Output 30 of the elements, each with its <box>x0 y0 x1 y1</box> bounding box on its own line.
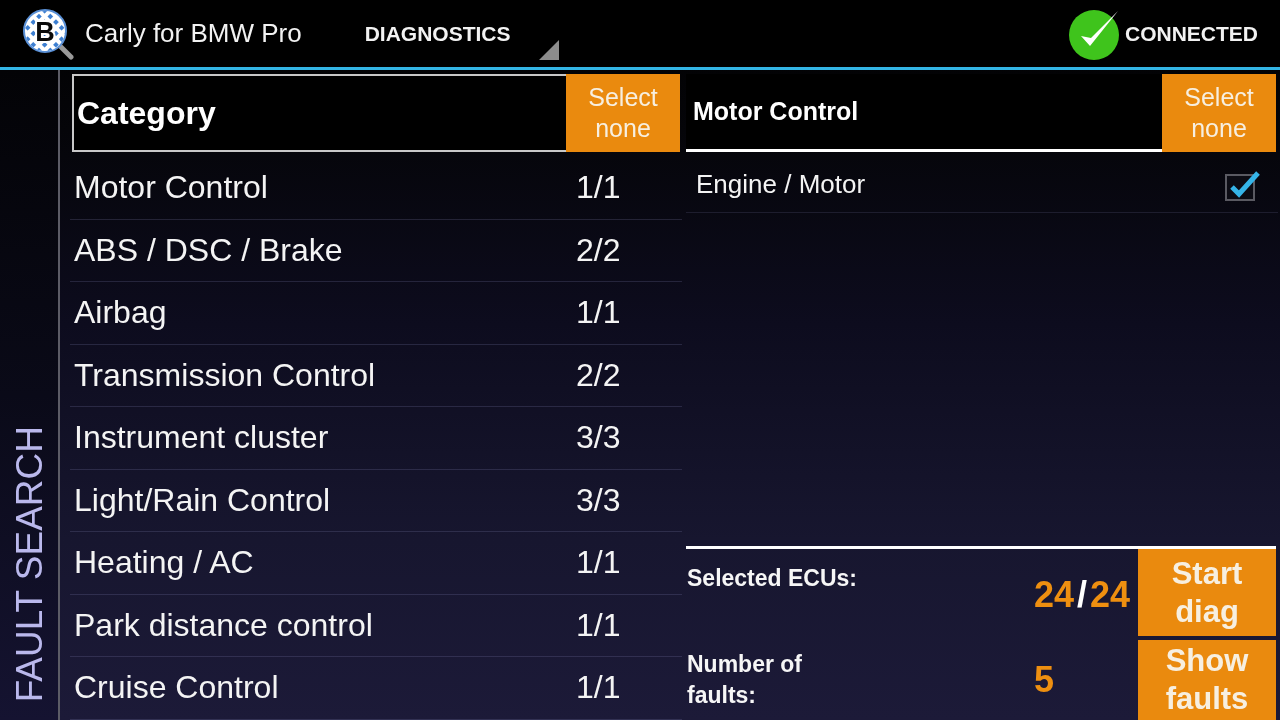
selected-ecus-label: Selected ECUs: <box>686 565 858 592</box>
corner-triangle-icon <box>538 39 559 60</box>
category-name[interactable]: Cruise Control <box>74 669 576 707</box>
connection-status: CONNECTED <box>1125 21 1258 46</box>
category-count: 2/2 <box>576 231 622 269</box>
category-name[interactable]: Park distance control <box>74 606 576 644</box>
ecu-name[interactable]: Engine / Motor <box>696 169 1224 200</box>
fault-count: 5 <box>1033 659 1055 701</box>
category-count: 1/1 <box>576 669 622 707</box>
category-count: 3/3 <box>576 481 622 519</box>
app-title: Carly for BMW Pro <box>85 18 302 49</box>
category-name[interactable]: Light/Rain Control <box>74 481 576 519</box>
category-count: 3/3 <box>576 419 622 457</box>
category-count: 1/1 <box>576 544 622 582</box>
fault-search-label: FAULT SEARCH <box>10 425 48 702</box>
section-dropdown[interactable]: DIAGNOSTICS <box>364 7 559 60</box>
category-name[interactable]: ABS / DSC / Brake <box>74 231 576 269</box>
ecu-list-heading: Motor Control <box>686 74 1162 152</box>
category-name[interactable]: Motor Control <box>74 169 576 207</box>
category-heading: Category <box>72 74 566 152</box>
category-count: 2/2 <box>576 356 622 394</box>
category-name[interactable]: Transmission Control <box>74 356 576 394</box>
category-count: 1/1 <box>576 606 622 644</box>
category-count: 1/1 <box>576 169 622 207</box>
category-name[interactable]: Instrument cluster <box>74 419 576 457</box>
category-count: 1/1 <box>576 294 622 332</box>
category-name[interactable]: Airbag <box>74 294 576 332</box>
category-name[interactable]: Heating / AC <box>74 544 576 582</box>
ecu-count: 24/24 <box>1033 573 1130 616</box>
fault-count-label: Number of faults: <box>686 650 803 710</box>
